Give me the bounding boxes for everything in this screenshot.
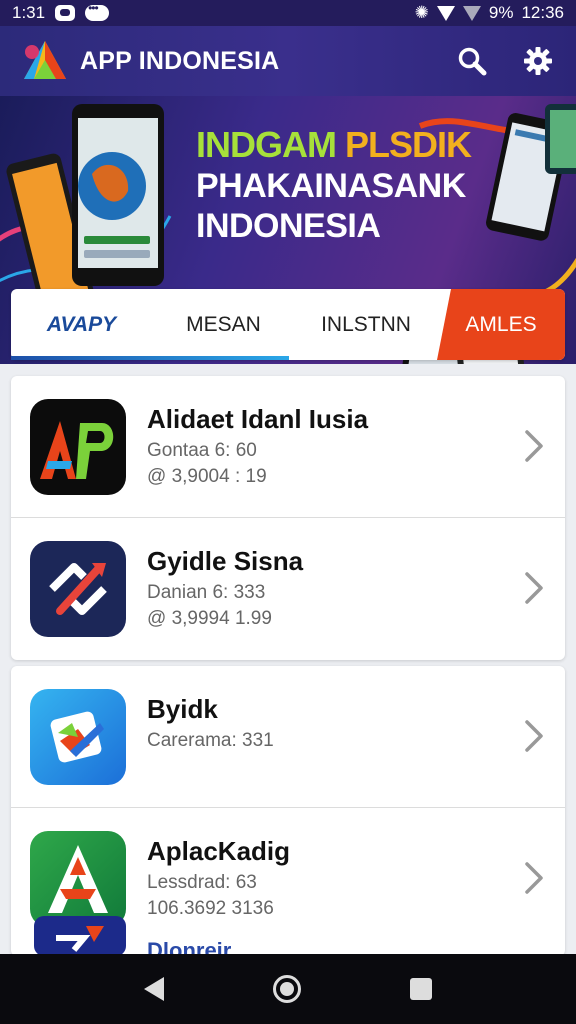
app-meta: @ 3,9004 : 19 xyxy=(147,466,267,487)
system-nav-bar xyxy=(0,954,576,1024)
battery-level: 9% xyxy=(488,3,514,22)
message-icon xyxy=(55,5,76,21)
app-logo-icon xyxy=(22,38,68,84)
category-tabs: AVAPY MESAN INLSTNN AMLES xyxy=(11,289,565,360)
chevron-right-icon xyxy=(525,572,543,604)
app-subtitle: Carerama: 331 xyxy=(147,730,274,751)
headline-line-3: INDONESIA xyxy=(196,207,381,245)
active-tab-indicator xyxy=(11,356,289,360)
status-time-right: 12:36 xyxy=(521,3,564,22)
search-button[interactable] xyxy=(456,45,488,77)
gear-icon xyxy=(524,47,552,75)
search-icon xyxy=(458,47,487,76)
wifi-icon xyxy=(436,5,455,21)
list-item[interactable]: Alidaet Idanl Iusia Gontaa 6: 60 @ 3,900… xyxy=(11,376,565,518)
tab-mesan[interactable]: MESAN xyxy=(152,289,295,360)
app-icon-a xyxy=(30,831,126,927)
app-list-card: Byidk Carerama: 331 AplacKadig Lessdrad:… xyxy=(11,666,565,956)
tab-avapy[interactable]: AVAPY xyxy=(11,289,152,360)
headline-line-1: INDGAM PLSDIK xyxy=(196,124,496,166)
app-meta: @ 3,9994 1.99 xyxy=(147,608,272,629)
settings-button[interactable] xyxy=(522,45,554,77)
notification-icon xyxy=(85,1,110,21)
tab-inlstnn[interactable]: INLSTNN xyxy=(295,289,437,360)
headline-line-1a: INDGAM xyxy=(196,124,345,165)
banner-headline: INDGAM PLSDIK PHAKAINASANK INDONESIA xyxy=(196,124,496,246)
chevron-right-icon xyxy=(525,430,543,462)
app-list-card: Alidaet Idanl Iusia Gontaa 6: 60 @ 3,900… xyxy=(11,376,565,660)
app-icon-folder xyxy=(30,689,126,785)
alarm-icon: ✺ xyxy=(414,3,429,22)
status-bar: 1:31 ✺ 9% 12:36 xyxy=(0,0,576,26)
phone-screen: 1:31 ✺ 9% 12:36 APP INDONESIA xyxy=(0,0,576,1024)
app-icon-partial xyxy=(34,916,126,956)
list-item[interactable]: Gyidle Sisna Danian 6: 333 @ 3,9994 1.99 xyxy=(11,518,565,660)
chevron-right-icon xyxy=(525,720,543,752)
app-icon-sync xyxy=(30,541,126,637)
signal-icon xyxy=(462,5,481,21)
app-subtitle: Lessdrad: 63 xyxy=(147,872,257,893)
status-time-left: 1:31 xyxy=(12,3,46,22)
headline-line-2: PHAKAINASANK xyxy=(196,167,466,205)
list-item[interactable]: Byidk Carerama: 331 xyxy=(11,666,565,808)
app-subtitle: Gontaa 6: 60 xyxy=(147,440,257,461)
app-meta: 106.3692 3136 xyxy=(147,898,274,919)
back-button[interactable] xyxy=(144,977,165,1001)
recents-button[interactable] xyxy=(409,978,432,1000)
headline-line-1b: PLSDIK xyxy=(345,124,472,165)
app-title: Alidaet Idanl Iusia xyxy=(147,404,369,434)
app-bar: APP INDONESIA xyxy=(0,26,576,96)
app-title: AplacKadig xyxy=(147,836,291,866)
app-subtitle: Danian 6: 333 xyxy=(147,582,266,603)
app-title: Gyidle Sisna xyxy=(147,546,304,576)
app-title: APP INDONESIA xyxy=(80,46,280,75)
chevron-right-icon xyxy=(525,862,543,894)
home-button[interactable] xyxy=(272,975,301,1003)
app-title: Byidk xyxy=(147,694,218,724)
tab-amles[interactable]: AMLES xyxy=(437,289,565,360)
app-icon-ap xyxy=(30,399,126,495)
